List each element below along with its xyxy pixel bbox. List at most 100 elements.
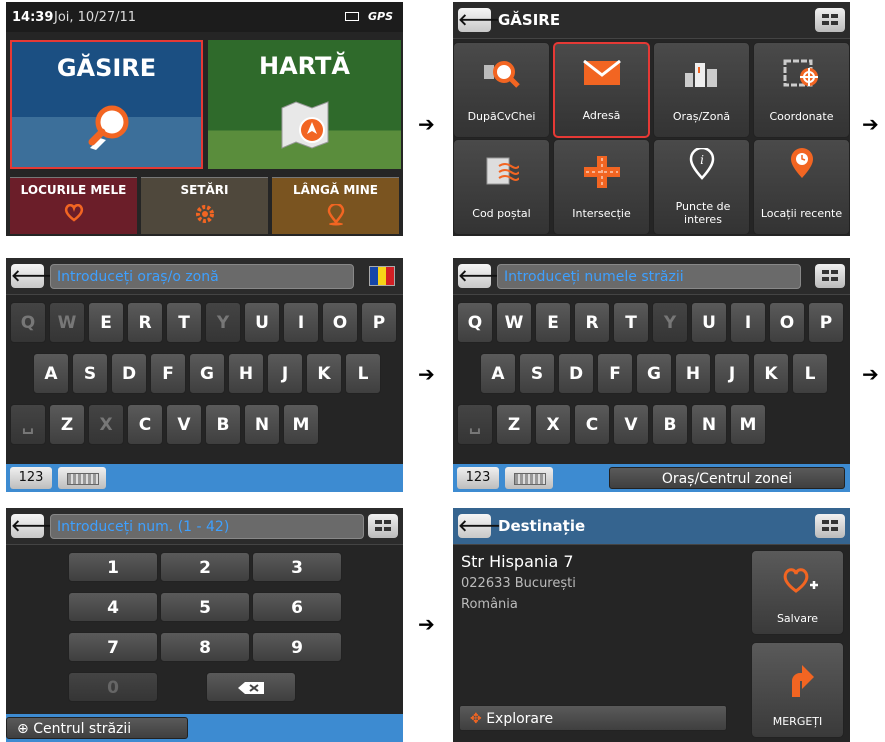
key-h[interactable]: H [675, 353, 711, 394]
key-j[interactable]: J [267, 353, 303, 394]
category-postal[interactable]: Cod poștal [453, 139, 550, 235]
key-e[interactable]: E [535, 302, 571, 343]
category-intersection[interactable]: Intersecție [553, 139, 650, 235]
key-s[interactable]: S [72, 353, 108, 394]
key-q[interactable]: Q [457, 302, 493, 343]
key-y[interactable]: Y [652, 302, 688, 343]
back-button[interactable]: 🡐 [11, 514, 54, 538]
key-i[interactable]: I [283, 302, 319, 343]
key-k[interactable]: K [753, 353, 789, 394]
key-l[interactable]: L [345, 353, 381, 394]
category-coordinates[interactable]: Coordonate [753, 42, 850, 138]
save-button[interactable]: Salvare [751, 550, 844, 635]
menu-grid-button[interactable] [368, 514, 398, 538]
digit-key-4[interactable]: 4 [68, 592, 158, 622]
key-s[interactable]: S [519, 353, 555, 394]
key-o[interactable]: O [322, 302, 358, 343]
key-p[interactable]: P [808, 302, 844, 343]
key-x[interactable]: X [535, 404, 571, 445]
key-d[interactable]: D [111, 353, 147, 394]
key-y[interactable]: Y [205, 302, 241, 343]
key-v[interactable]: V [166, 404, 202, 445]
key-x[interactable]: X [88, 404, 124, 445]
explore-button[interactable]: ✥ Explorare [459, 705, 727, 731]
key-b[interactable]: B [652, 404, 688, 445]
backspace-button[interactable] [206, 672, 296, 702]
key-n[interactable]: N [244, 404, 280, 445]
key-w[interactable]: W [49, 302, 85, 343]
back-button[interactable]: 🡐 [458, 8, 501, 32]
key-l[interactable]: L [792, 353, 828, 394]
key-r[interactable]: R [574, 302, 610, 343]
key-u[interactable]: U [691, 302, 727, 343]
key-m[interactable]: M [283, 404, 319, 445]
key-j[interactable]: J [714, 353, 750, 394]
find-button[interactable]: GĂSIRE [10, 40, 203, 169]
digit-key-5[interactable]: 5 [160, 592, 250, 622]
street-input[interactable]: Introduceți numele străzii [497, 264, 801, 289]
key-n[interactable]: N [691, 404, 727, 445]
menu-grid-button[interactable] [815, 514, 845, 538]
key-a[interactable]: A [33, 353, 69, 394]
category-poi[interactable]: i Puncte de interes [653, 139, 750, 235]
city-center-button[interactable]: Oraș/Centrul zonei [609, 467, 845, 489]
key-f[interactable]: F [597, 353, 633, 394]
key-o[interactable]: O [769, 302, 805, 343]
category-address[interactable]: Adresă [553, 42, 650, 138]
key-g[interactable]: G [636, 353, 672, 394]
key-a[interactable]: A [480, 353, 516, 394]
key-i[interactable]: I [730, 302, 766, 343]
key-m[interactable]: M [730, 404, 766, 445]
digit-key-2[interactable]: 2 [160, 552, 250, 582]
key-h[interactable]: H [228, 353, 264, 394]
key-q[interactable]: Q [10, 302, 46, 343]
back-button[interactable]: 🡐 [458, 264, 501, 288]
digit-key-1[interactable]: 1 [68, 552, 158, 582]
key-g[interactable]: G [189, 353, 225, 394]
space-key[interactable]: ␣ [10, 404, 46, 445]
key-p[interactable]: P [361, 302, 397, 343]
key-b[interactable]: B [205, 404, 241, 445]
key-f[interactable]: F [150, 353, 186, 394]
city-input[interactable]: Introduceți oraș/o zonă [50, 264, 354, 289]
back-button[interactable]: 🡐 [458, 514, 501, 538]
category-city[interactable]: Oraș/Zonă [653, 42, 750, 138]
key-z[interactable]: Z [49, 404, 85, 445]
number-input[interactable]: Introduceți num. (1 - 42) [50, 514, 364, 539]
key-c[interactable]: C [127, 404, 163, 445]
menu-grid-button[interactable] [815, 8, 845, 32]
key-t[interactable]: T [613, 302, 649, 343]
settings-button[interactable]: SETĂRI [141, 177, 268, 234]
key-k[interactable]: K [306, 353, 342, 394]
go-button[interactable]: MERGEȚI [751, 642, 844, 738]
key-w[interactable]: W [496, 302, 532, 343]
digit-key-0[interactable]: 0 [68, 672, 158, 702]
category-recent[interactable]: Locații recente [753, 139, 850, 235]
menu-grid-button[interactable] [815, 264, 845, 288]
key-r[interactable]: R [127, 302, 163, 343]
digit-key-7[interactable]: 7 [68, 632, 158, 662]
key-c[interactable]: C [574, 404, 610, 445]
country-flag-button[interactable] [369, 266, 395, 286]
back-button[interactable]: 🡐 [11, 264, 54, 288]
digit-key-8[interactable]: 8 [160, 632, 250, 662]
keyboard-layout-button[interactable] [58, 467, 106, 489]
key-e[interactable]: E [88, 302, 124, 343]
my-places-button[interactable]: LOCURILE MELE [10, 177, 137, 234]
key-d[interactable]: D [558, 353, 594, 394]
key-u[interactable]: U [244, 302, 280, 343]
digit-key-3[interactable]: 3 [252, 552, 342, 582]
digit-key-9[interactable]: 9 [252, 632, 342, 662]
street-center-button[interactable]: ⊕ Centrul străzii [6, 717, 188, 739]
key-v[interactable]: V [613, 404, 649, 445]
numeric-mode-button[interactable]: 123 [10, 467, 52, 489]
numeric-mode-button[interactable]: 123 [457, 467, 499, 489]
category-keyword[interactable]: DupăCvChei [453, 42, 550, 138]
space-key[interactable]: ␣ [457, 404, 493, 445]
near-me-button[interactable]: LÂNGĂ MINE [272, 177, 399, 234]
map-button[interactable]: HARTĂ [208, 40, 401, 169]
keyboard-layout-button[interactable] [505, 467, 553, 489]
key-z[interactable]: Z [496, 404, 532, 445]
digit-key-6[interactable]: 6 [252, 592, 342, 622]
key-t[interactable]: T [166, 302, 202, 343]
